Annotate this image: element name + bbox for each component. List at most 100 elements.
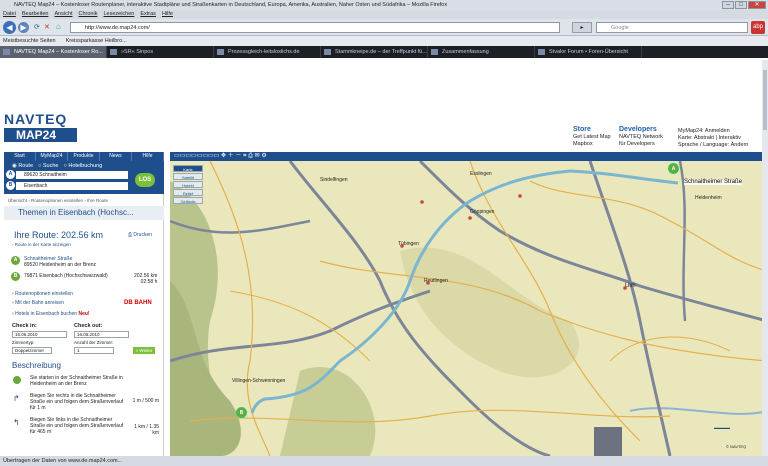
menu-bookmarks[interactable]: Lesezeichen (103, 10, 134, 19)
nav-news[interactable]: News (100, 152, 132, 161)
maximize-button[interactable]: □ (735, 1, 747, 9)
room-count-label: Anzahl der Zimmer: (74, 340, 114, 345)
tab-sinpos[interactable]: »SR« Sinpos (107, 46, 214, 58)
layer-hybrid[interactable]: Hybrid (173, 181, 203, 188)
navteq-logo[interactable]: NAVTEQ MAP24 (4, 110, 77, 146)
layer-gelaende[interactable]: Gelände (173, 197, 203, 204)
checkin-input[interactable]: 15.06.2010 (12, 331, 67, 338)
forward-icon[interactable]: ▶ (18, 22, 29, 33)
home-icon[interactable]: ⌂ (56, 22, 61, 31)
step-2[interactable]: Biegen Sie rechts in die Schnaitheimer S… (30, 393, 128, 411)
start-map-marker-icon[interactable]: A (668, 163, 679, 174)
step-3[interactable]: Biegen Sie links in die Schnaitheimer St… (30, 417, 128, 435)
store-link-1[interactable]: Get Latest Map (573, 134, 611, 140)
bookmarks-bar: Meistbesuchte Seiten Kreissparkasse Heil… (0, 36, 768, 46)
menu-edit[interactable]: Bearbeiten (22, 10, 49, 19)
destination-input[interactable]: Eisenbach (16, 182, 128, 190)
store-link-2[interactable]: Mapbox (573, 141, 593, 147)
place-label: Heidenheim (695, 195, 722, 201)
tab-prozess[interactable]: Prozessgleich-leitsloslichs.de (214, 46, 321, 58)
option-search[interactable]: ○ Suche (38, 163, 58, 169)
developers-link-1[interactable]: NAVTEQ Network (619, 134, 663, 140)
layer-relief[interactable]: Relief (173, 189, 203, 196)
zoom-in-icon[interactable]: ＋ (228, 153, 234, 159)
url-input[interactable]: http://www.de.map24.com/ (70, 22, 560, 33)
minimize-button[interactable]: – (722, 1, 734, 9)
page-icon (3, 49, 10, 55)
menu-help[interactable]: Hilfe (162, 10, 173, 19)
language-link[interactable]: Sprache / Language: Ändern (678, 142, 748, 148)
breadcrumb[interactable]: Übersicht › Routenoptionen einstellen › … (8, 198, 108, 203)
section-title[interactable]: Themen in Eisenbach (Hochsc... (4, 206, 164, 220)
hotel-link[interactable]: › Hotels in Eisenbach buchen Neu! (12, 311, 90, 317)
reload-icon[interactable]: ⟳ (34, 23, 40, 31)
start-input[interactable]: 89620 Schnaitheim (16, 171, 128, 179)
map-mode-link[interactable]: Karte: Abstrakt | Interaktiv (678, 135, 741, 141)
menu-file[interactable]: Datei (3, 10, 16, 19)
room-count-select[interactable]: 1 (74, 347, 114, 354)
option-hotel[interactable]: ○ Hotelbuchung (63, 163, 102, 169)
overview-map[interactable] (594, 427, 622, 456)
menu-view[interactable]: Ansicht (54, 10, 72, 19)
menu-tools[interactable]: Extras (140, 10, 156, 19)
mail-icon[interactable]: ✉ (255, 153, 260, 159)
zoom-out-icon[interactable]: － (235, 153, 241, 159)
developers-title[interactable]: Developers (619, 126, 657, 133)
url-text: http://www.de.map24.com/ (85, 25, 150, 31)
back-icon[interactable]: ◀ (3, 21, 16, 34)
map-svg (170, 161, 767, 456)
print-icon[interactable]: ⎙ (248, 153, 253, 159)
start-marker-icon: A (6, 170, 15, 179)
measure-icon[interactable]: ⌗ (243, 153, 246, 159)
step-1[interactable]: Sie starten in der Schnaitheimer Straße … (30, 375, 130, 387)
layer-satellit[interactable]: Satellit (173, 173, 203, 180)
hotel-continue-button[interactable]: » Weiter (133, 347, 155, 354)
pan-icon[interactable]: ✥ (221, 153, 226, 159)
option-route[interactable]: ◉ Route (12, 163, 33, 169)
nav-help[interactable]: Hilfe (132, 152, 164, 161)
end-name: 79871 Eisenbach (Hochschwarzwald) (24, 273, 108, 279)
place-label: Reutlingen (424, 278, 448, 284)
addon-icon[interactable]: abp (751, 21, 765, 34)
close-button[interactable]: ✕ (748, 1, 766, 9)
store-title[interactable]: Store (573, 126, 591, 133)
bookmark-most-visited[interactable]: Meistbesuchte Seiten (3, 36, 56, 46)
nav-mymap24[interactable]: MyMap24 (36, 152, 68, 161)
route-heading: Ihre Route: 202.56 km (14, 230, 104, 240)
bookmark-kreissparkasse[interactable]: Kreissparkasse Heilbro... (66, 36, 127, 46)
turn-right-icon: ↱ (13, 394, 20, 403)
tab-zusammenfassung[interactable]: Zusammenfassung (428, 46, 535, 58)
layer-karte[interactable]: Karte (173, 165, 203, 172)
start-waypoint[interactable]: Schnaitheimer Straße 89520 Heidenheim an… (24, 256, 96, 268)
developers-link-2[interactable]: für Developers (619, 141, 655, 147)
route-mode-options: ◉ Route ○ Suche ○ Hotelbuchung (12, 163, 102, 169)
go-button[interactable]: LOS (135, 173, 155, 187)
tab-navteq[interactable]: NAVTEQ Map24 – Kostenloser Ro... (0, 46, 107, 58)
page-icon (324, 49, 331, 55)
show-route-link[interactable]: › Route in der Karte anzeigen (12, 242, 71, 247)
end-waypoint[interactable]: 79871 Eisenbach (Hochschwarzwald) (24, 273, 108, 279)
search-input[interactable]: Google (596, 22, 748, 33)
menu-history[interactable]: Chronik (79, 10, 98, 19)
nav-products[interactable]: Produkte (68, 152, 100, 161)
end-map-marker-icon[interactable]: B (236, 407, 247, 418)
room-type-select[interactable]: Doppelzimmer (12, 347, 52, 354)
place-label: Esslingen (470, 171, 492, 177)
login-link[interactable]: MyMap24: Anmelden (678, 128, 730, 134)
route-options-link[interactable]: › Routenoptionen einstellen (12, 291, 73, 297)
tab-forum[interactable]: Stvalor Forum • Foren-Übersicht (535, 46, 642, 58)
train-link[interactable]: › Mit der Bahn anreisen (12, 300, 64, 306)
tab-stammkneipe[interactable]: Stammkneipe.de – der Treffpunkt fü... (321, 46, 428, 58)
go-icon[interactable]: ▸ (572, 22, 592, 33)
stop-icon[interactable]: ✕ (44, 23, 50, 31)
nav-start[interactable]: Start (4, 152, 36, 161)
map-canvas[interactable]: Sindelfingen Villingen-Schwenningen Tübi… (170, 161, 767, 456)
checkout-input[interactable]: 16.06.2010 (74, 331, 129, 338)
tab-bar: NAVTEQ Map24 – Kostenloser Ro... »SR« Si… (0, 46, 768, 58)
page-scrollbar[interactable] (762, 60, 768, 456)
print-link[interactable]: ⎙ Drucken (128, 232, 152, 238)
scroll-thumb[interactable] (763, 70, 767, 130)
main-nav: Start MyMap24 Produkte News Hilfe (4, 152, 164, 161)
settings-icon[interactable]: ⚙ (261, 153, 266, 159)
zoom-slider[interactable]: ▭▭▭▭▭▭▭▭ (174, 153, 219, 159)
